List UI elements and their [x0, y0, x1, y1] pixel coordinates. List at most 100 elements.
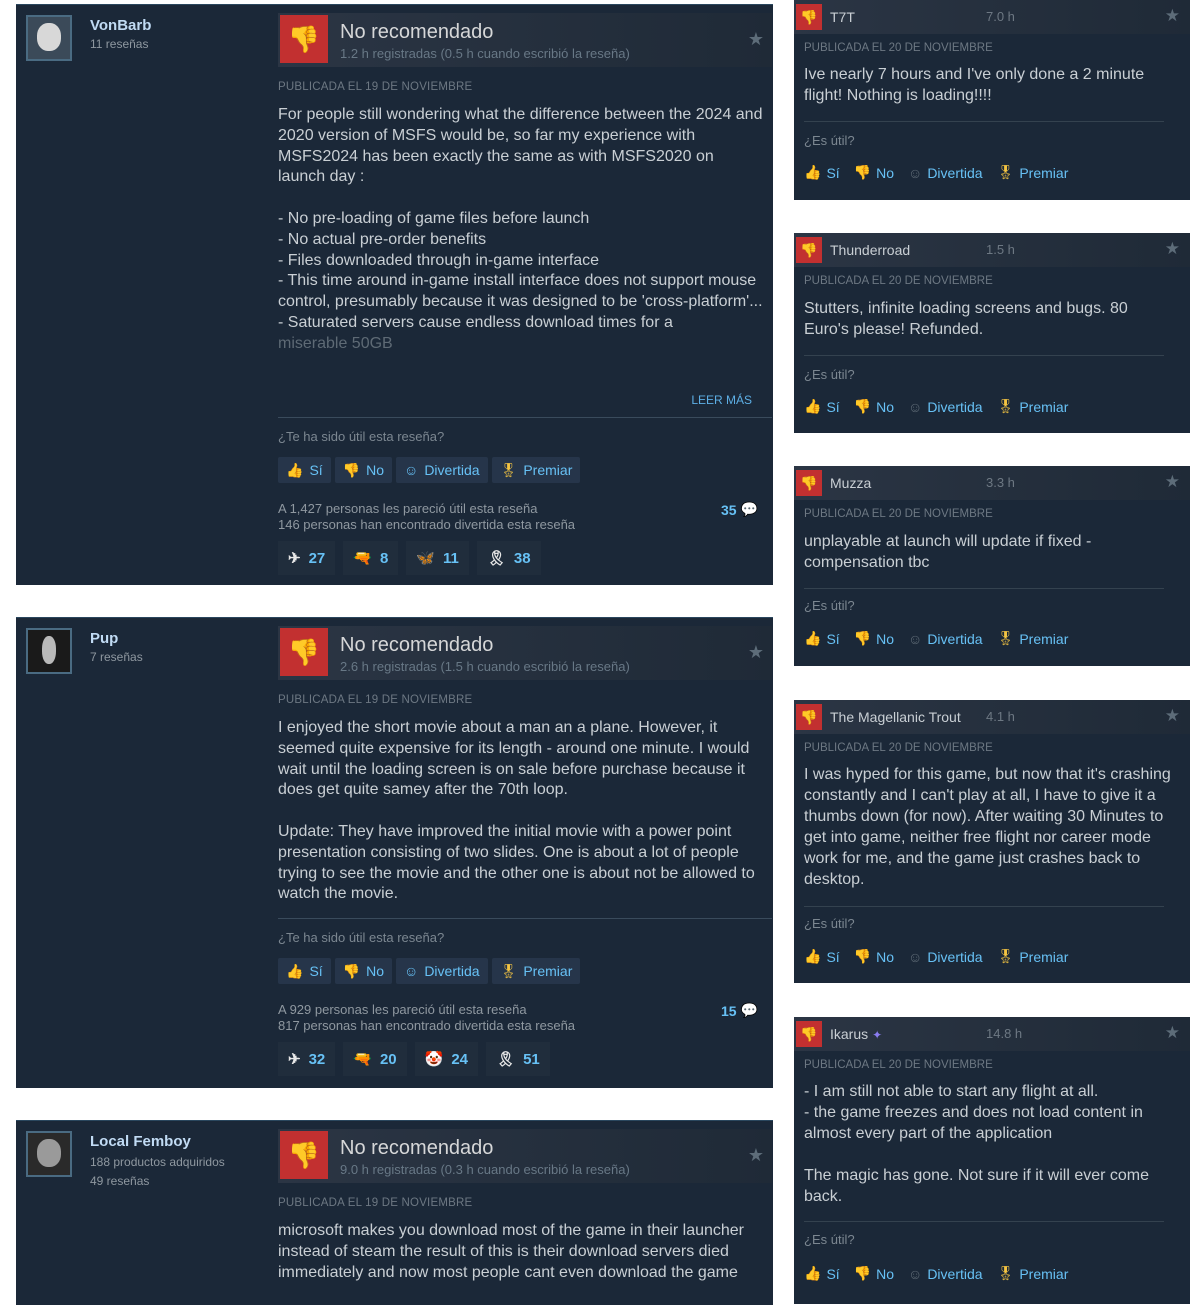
side-review-header[interactable]: 👎 The Magellanic Trout 4.1 h ★ [794, 700, 1190, 734]
thumbs-down-icon: 👎 [853, 948, 872, 964]
vote-funny-button[interactable]: ☺ Divertida [908, 631, 983, 647]
vote-no-button[interactable]: 👎 No [854, 948, 894, 965]
posted-date: PUBLICADA EL 19 DE NOVIEMBRE [278, 1197, 473, 1209]
vote-funny-button[interactable]: ☺ Divertida [908, 1266, 983, 1282]
star-icon[interactable]: ★ [1165, 706, 1180, 726]
reviewer-name[interactable]: Muzza [830, 475, 871, 491]
verdict-header[interactable]: 👎 No recomendado 2.6 h registradas (1.5 … [278, 626, 772, 680]
thumbs-down-icon: 👎 [796, 470, 822, 496]
award-icon: 🎖 [996, 398, 1015, 414]
award-button[interactable]: 🎖 Premiar [997, 948, 1069, 965]
thumbs-down-icon: 👎 [342, 461, 361, 478]
smile-icon: ☺ [908, 164, 923, 181]
star-icon[interactable]: ★ [1165, 1023, 1180, 1043]
award-chip[interactable]: ✈ 27 [278, 541, 336, 575]
vote-buttons: 👍 Sí 👎 No ☺ Divertida 🎖 Premiar [804, 398, 1068, 415]
award-chip[interactable]: 🎗 38 [476, 541, 541, 575]
award-button[interactable]: 🎖 Premiar [997, 1265, 1069, 1282]
reviewer-name[interactable]: Ikarus ✦ [830, 1026, 882, 1042]
verdict-header[interactable]: 👎 No recomendado 1.2 h registradas (0.5 … [278, 13, 772, 67]
star-icon[interactable]: ★ [748, 1145, 764, 1166]
award-chip[interactable]: 🔫 8 [343, 541, 399, 575]
side-review-header[interactable]: 👎 Ikarus ✦ 14.8 h ★ [794, 1017, 1190, 1051]
review-stats: A 929 personas les pareció útil esta res… [278, 1002, 576, 1033]
comment-count[interactable]: 35 💬 [721, 501, 758, 518]
star-icon[interactable]: ★ [1165, 472, 1180, 492]
award-chip[interactable]: 🔫 20 [343, 1042, 407, 1076]
award-chip[interactable]: 🤡 24 [414, 1042, 479, 1076]
vote-no-button[interactable]: 👎 No [854, 164, 894, 181]
hours-played: 4.1 h [986, 709, 1015, 724]
star-icon[interactable]: ★ [748, 642, 764, 663]
comment-count[interactable]: 15 💬 [721, 1002, 758, 1019]
author-name[interactable]: Pup [90, 630, 118, 647]
author-name[interactable]: VonBarb [90, 17, 151, 34]
review-content: unplayable at launch will update if fixe… [804, 533, 1092, 571]
side-review-header[interactable]: 👎 Thunderroad 1.5 h ★ [794, 233, 1190, 267]
reviewer-name[interactable]: The Magellanic Trout [830, 709, 961, 725]
award-button[interactable]: 🎖 Premiar [997, 630, 1069, 647]
reviewer-name[interactable]: T7T [830, 9, 855, 25]
thumbs-up-icon: 👍 [804, 1265, 822, 1281]
award-button[interactable]: 🎖 Premiar [491, 457, 581, 483]
divider [278, 417, 772, 418]
vote-funny-button[interactable]: ☺ Divertida [396, 457, 488, 483]
avatar[interactable] [26, 1131, 72, 1177]
author-review-count[interactable]: 7 reseñas [90, 650, 143, 664]
vote-yes-button[interactable]: 👍 Sí [804, 1265, 840, 1282]
star-icon[interactable]: ★ [748, 29, 764, 50]
vote-no-button[interactable]: 👎 No [854, 398, 894, 415]
verdict-header[interactable]: 👎 No recomendado 9.0 h registradas (0.3 … [278, 1129, 772, 1183]
author-products[interactable]: 188 productos adquiridos [90, 1155, 225, 1169]
divider [804, 588, 1164, 589]
star-icon[interactable]: ★ [1165, 6, 1180, 26]
award-chip[interactable]: 🦋 11 [406, 541, 469, 575]
award-chip[interactable]: 🎗 51 [486, 1042, 550, 1076]
hours-played: 2.6 h registradas (1.5 h cuando escribió… [340, 659, 630, 674]
ribbon-icon: 🎗 [486, 550, 506, 567]
award-button[interactable]: 🎖 Premiar [997, 398, 1069, 415]
vote-yes-button[interactable]: 👍 Sí [278, 457, 331, 483]
vote-no-button[interactable]: 👎 No [334, 958, 393, 984]
award-button[interactable]: 🎖 Premiar [997, 164, 1069, 181]
side-reviews-column: 👎 T7T 7.0 h ★ PUBLICADA EL 20 DE NOVIEMB… [790, 0, 1200, 1304]
verdict-title: No recomendado [340, 1137, 494, 1159]
divider [804, 906, 1164, 907]
review-content: Ive nearly 7 hours and I've only done a … [804, 66, 1145, 104]
vote-yes-button[interactable]: 👍 Sí [278, 958, 331, 984]
vote-funny-button[interactable]: ☺ Divertida [908, 399, 983, 415]
vote-funny-button[interactable]: ☺ Divertida [908, 949, 983, 965]
thumbs-down-icon: 👎 [342, 962, 361, 979]
author-name[interactable]: Local Femboy [90, 1133, 191, 1150]
vote-funny-button[interactable]: ☺ Divertida [396, 958, 488, 984]
verdict-title: No recomendado [340, 634, 494, 656]
side-review-header[interactable]: 👎 T7T 7.0 h ★ [794, 0, 1190, 34]
vote-funny-button[interactable]: ☺ Divertida [908, 165, 983, 181]
vote-yes-button[interactable]: 👍 Sí [804, 948, 840, 965]
side-review-header[interactable]: 👎 Muzza 3.3 h ★ [794, 466, 1190, 500]
helpful-question: ¿Es útil? [804, 367, 855, 382]
avatar[interactable] [26, 15, 72, 61]
author-review-count[interactable]: 49 reseñas [90, 1174, 149, 1188]
award-button[interactable]: 🎖 Premiar [491, 958, 581, 984]
review-content: I was hyped for this game, but now that … [804, 766, 1171, 888]
vote-yes-button[interactable]: 👍 Sí [804, 164, 840, 181]
thumbs-down-icon: 👎 [853, 1265, 872, 1281]
vote-yes-button[interactable]: 👍 Sí [804, 398, 840, 415]
thumbs-down-icon: 👎 [796, 704, 822, 730]
smile-icon: ☺ [908, 630, 923, 647]
ribbon-icon: 🎗 [496, 1051, 516, 1068]
reviewer-name[interactable]: Thunderroad [830, 242, 910, 258]
avatar[interactable] [26, 628, 72, 674]
star-icon[interactable]: ★ [1165, 239, 1180, 259]
author-review-count[interactable]: 11 reseñas [90, 37, 148, 51]
vote-no-button[interactable]: 👎 No [854, 630, 894, 647]
vote-no-button[interactable]: 👎 No [854, 1265, 894, 1282]
vote-yes-button[interactable]: 👍 Sí [804, 630, 840, 647]
hours-played: 1.5 h [986, 242, 1015, 257]
award-chip[interactable]: ✈ 32 [278, 1042, 336, 1076]
thumbs-down-icon: 👎 [853, 630, 872, 646]
vote-no-button[interactable]: 👎 No [334, 457, 393, 483]
read-more-link[interactable]: LEER MÁS [691, 393, 752, 407]
thumbs-down-icon: 👎 [853, 164, 872, 180]
